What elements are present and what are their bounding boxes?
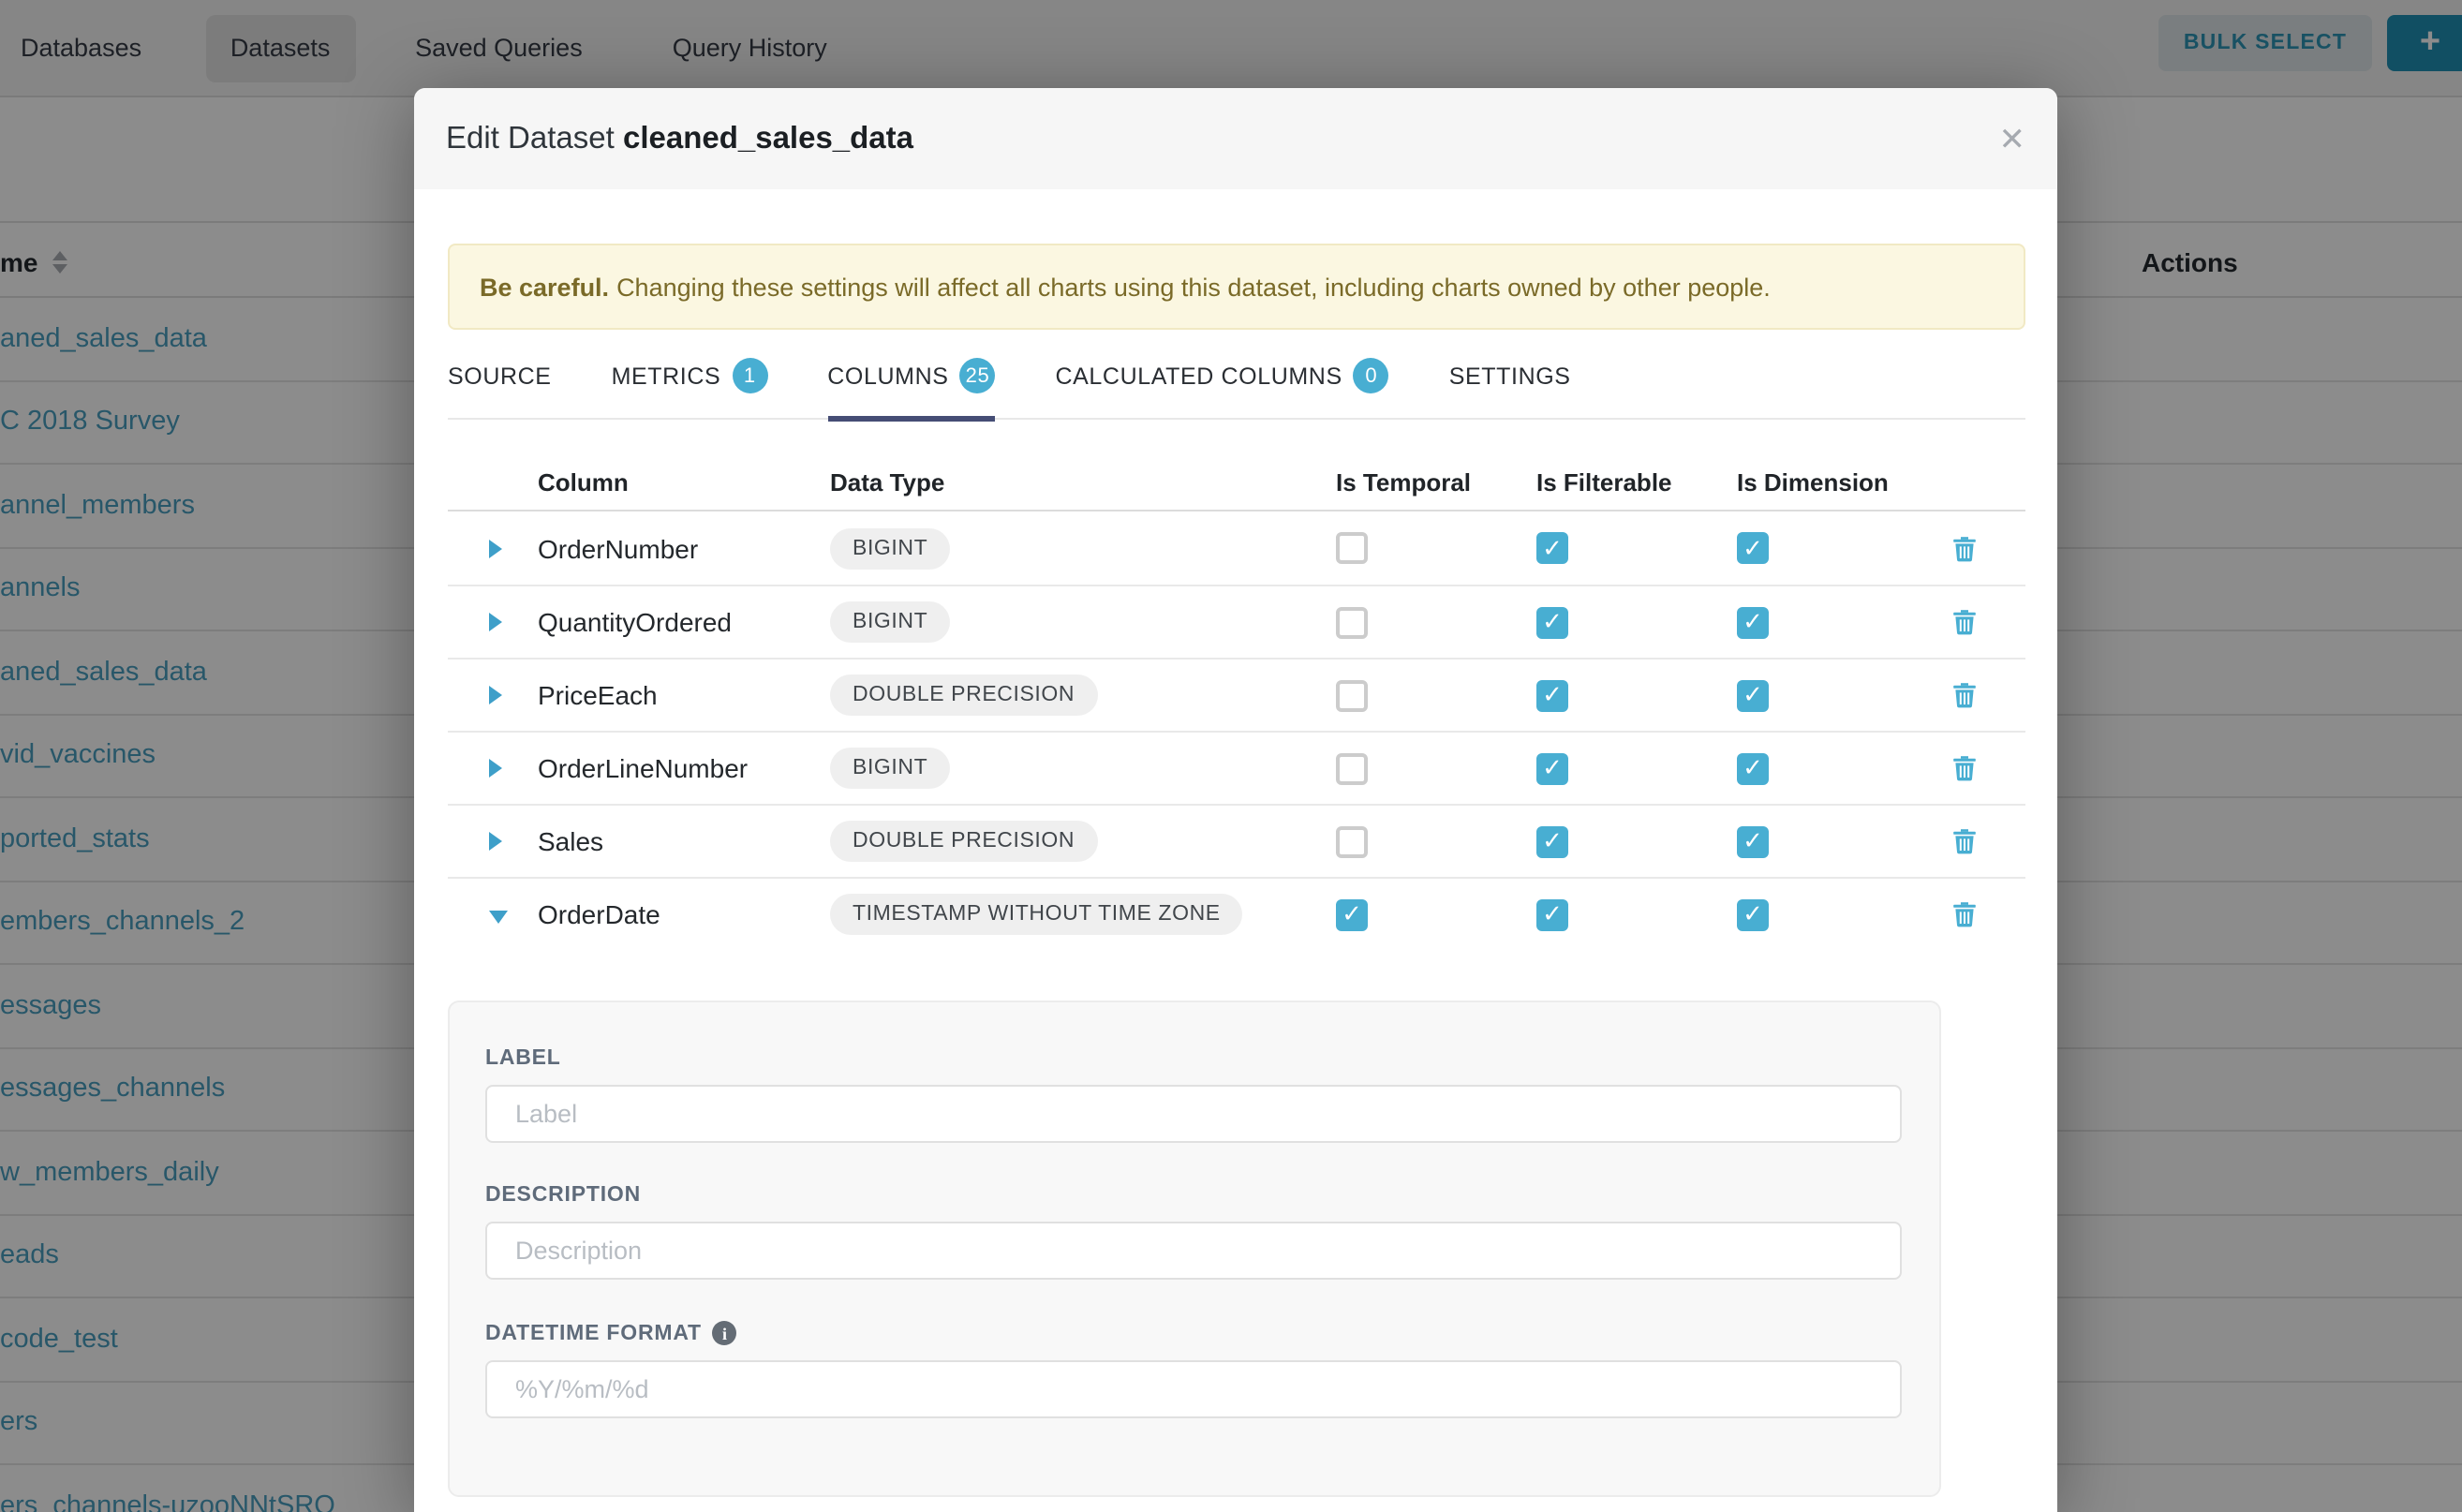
collapse-caret-icon[interactable] [489,910,508,923]
column-row: PriceEach DOUBLE PRECISION [448,658,2025,731]
is-temporal-checkbox[interactable] [1336,532,1368,564]
delete-column-icon[interactable] [1952,901,1977,927]
modal-body: Be careful. Changing these settings will… [414,244,2057,1497]
warning-banner: Be careful. Changing these settings will… [448,244,2025,330]
label-input[interactable] [485,1085,1902,1143]
is-temporal-checkbox[interactable] [1336,606,1368,638]
is-filterable-checkbox[interactable] [1536,679,1568,711]
data-type-pill: BIGINT [830,601,950,643]
is-dimension-checkbox[interactable] [1737,606,1769,638]
is-filterable-checkbox[interactable] [1536,606,1568,638]
column-row-expanded: OrderDate TIMESTAMP WITHOUT TIME ZONE [448,877,2025,950]
warning-text: Changing these settings will affect all … [616,273,1771,301]
tab-metrics-label: METRICS [612,363,721,389]
description-field-label: DESCRIPTION [485,1184,1904,1207]
grid-header-is-dimension: Is Dimension [1737,468,1952,497]
is-dimension-checkbox[interactable] [1737,679,1769,711]
data-type-pill: BIGINT [830,527,950,569]
datetime-format-field-label: DATETIME FORMAT i [485,1321,1904,1345]
column-row: QuantityOrdered BIGINT [448,585,2025,658]
column-name: OrderDate [538,899,830,929]
modal-title-prefix: Edit Dataset [446,121,615,155]
datetime-format-input[interactable] [485,1360,1902,1418]
is-temporal-checkbox[interactable] [1336,679,1368,711]
expand-caret-icon[interactable] [489,686,502,704]
data-type-pill: BIGINT [830,748,950,789]
is-dimension-checkbox[interactable] [1737,532,1769,564]
tab-calculated-columns[interactable]: CALCULATED COLUMNS 0 [1056,352,1389,418]
is-filterable-checkbox[interactable] [1536,825,1568,857]
column-name: Sales [538,826,830,856]
tab-source-label: SOURCE [448,363,552,389]
tab-settings-label: SETTINGS [1449,363,1571,389]
is-filterable-checkbox[interactable] [1536,752,1568,784]
is-temporal-checkbox[interactable] [1336,898,1368,930]
close-icon[interactable]: ✕ [1999,123,2026,155]
is-temporal-checkbox[interactable] [1336,825,1368,857]
tab-calculated-columns-label: CALCULATED COLUMNS [1056,363,1342,389]
warning-bold: Be careful. [480,273,609,301]
expand-caret-icon[interactable] [489,539,502,557]
column-row: OrderLineNumber BIGINT [448,731,2025,804]
grid-header-data-type: Data Type [830,468,1336,497]
data-type-pill: DOUBLE PRECISION [830,821,1097,862]
columns-count-badge: 25 [960,358,996,393]
is-temporal-checkbox[interactable] [1336,752,1368,784]
column-detail-panel: LABEL DESCRIPTION DATETIME FORMAT i [448,1001,1941,1497]
data-type-pill: TIMESTAMP WITHOUT TIME ZONE [830,894,1243,935]
tab-columns[interactable]: COLUMNS 25 [827,352,995,418]
calculated-columns-count-badge: 0 [1354,358,1389,393]
delete-column-icon[interactable] [1952,755,1977,781]
modal-header: Edit Dataset cleaned_sales_data ✕ [414,88,2057,189]
grid-header-is-filterable: Is Filterable [1536,468,1737,497]
label-field-label: LABEL [485,1047,1904,1070]
is-filterable-checkbox[interactable] [1536,898,1568,930]
screen: Databases Datasets Saved Queries Query H… [0,0,2462,1512]
expand-caret-icon[interactable] [489,613,502,631]
tab-settings[interactable]: SETTINGS [1449,352,1571,418]
is-dimension-checkbox[interactable] [1737,752,1769,784]
column-name: OrderNumber [538,533,830,563]
delete-column-icon[interactable] [1952,535,1977,561]
delete-column-icon[interactable] [1952,609,1977,635]
columns-grid: Column Data Type Is Temporal Is Filterab… [448,455,2025,950]
modal-tabs: SOURCE METRICS 1 COLUMNS 25 CALCULATED C… [448,352,2025,420]
description-input[interactable] [485,1222,1902,1280]
tab-source[interactable]: SOURCE [448,352,552,418]
column-name: OrderLineNumber [538,753,830,783]
delete-column-icon[interactable] [1952,682,1977,708]
delete-column-icon[interactable] [1952,828,1977,854]
columns-grid-header: Column Data Type Is Temporal Is Filterab… [448,455,2025,511]
grid-header-is-temporal: Is Temporal [1336,468,1536,497]
is-filterable-checkbox[interactable] [1536,532,1568,564]
is-dimension-checkbox[interactable] [1737,898,1769,930]
column-name: QuantityOrdered [538,607,830,637]
tab-columns-label: COLUMNS [827,363,948,389]
expand-caret-icon[interactable] [489,832,502,851]
data-type-pill: DOUBLE PRECISION [830,674,1097,716]
modal-title: Edit Dataset cleaned_sales_data [446,121,913,156]
tab-metrics[interactable]: METRICS 1 [612,352,768,418]
grid-header-column: Column [538,468,830,497]
column-name: PriceEach [538,680,830,710]
column-row: OrderNumber BIGINT [448,511,2025,585]
is-dimension-checkbox[interactable] [1737,825,1769,857]
metrics-count-badge: 1 [732,358,767,393]
expand-caret-icon[interactable] [489,759,502,778]
modal-title-dataset-name: cleaned_sales_data [623,121,913,155]
column-row: Sales DOUBLE PRECISION [448,804,2025,877]
edit-dataset-modal: Edit Dataset cleaned_sales_data ✕ Be car… [414,88,2057,1512]
info-icon[interactable]: i [713,1321,737,1345]
